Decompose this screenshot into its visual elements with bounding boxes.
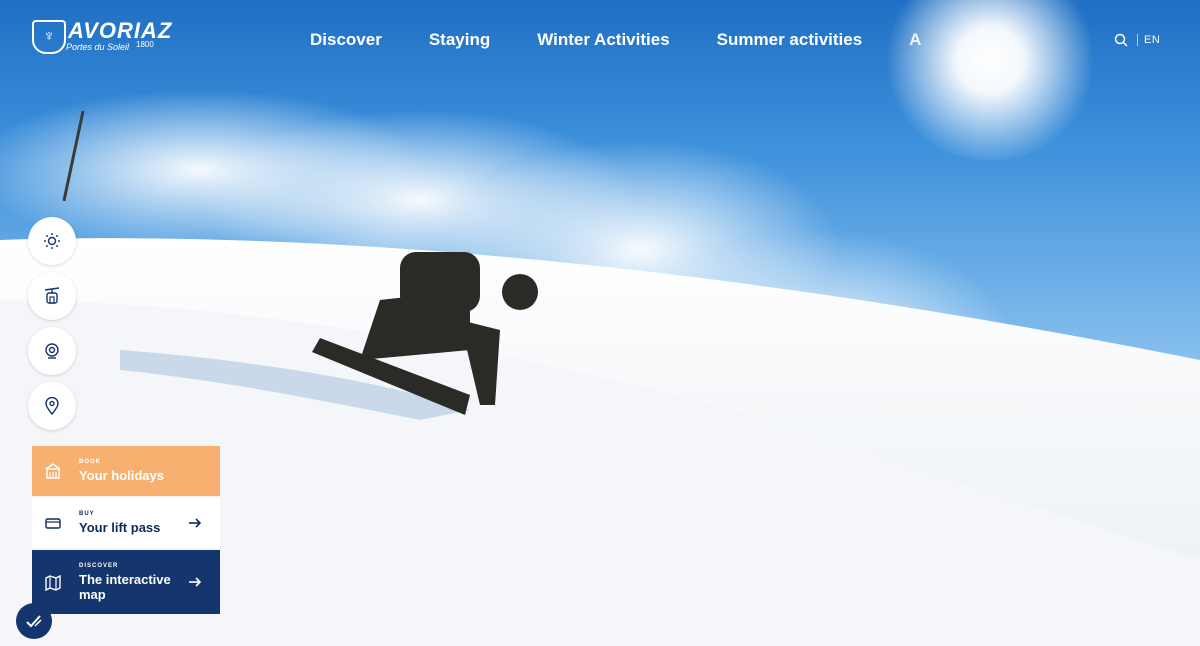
weather-button[interactable] xyxy=(28,217,76,265)
hotel-icon xyxy=(45,463,61,479)
holidays-text: BOOK Your holidays xyxy=(79,459,164,483)
holidays-kicker: BOOK xyxy=(79,459,101,465)
interactive-map-card[interactable]: DISCOVER The interactive map xyxy=(32,550,220,614)
lift-title: Your lift pass xyxy=(79,520,161,535)
search-icon[interactable] xyxy=(1114,33,1128,47)
map-icon xyxy=(45,574,61,591)
nav-discover[interactable]: Discover xyxy=(310,30,382,54)
logo-title: AVORIAZ xyxy=(68,18,173,43)
book-holidays-card[interactable]: BOOK Your holidays xyxy=(32,446,220,496)
checkmark-icon xyxy=(26,615,42,628)
sun-icon xyxy=(44,233,60,249)
map-text: DISCOVER The interactive map xyxy=(79,563,189,602)
avoriaz-logo[interactable]: ♆ AVORIAZ Portes du Soleil 1800 xyxy=(32,18,171,58)
ticket-icon xyxy=(45,518,61,529)
site-header: ♆ AVORIAZ Portes du Soleil 1800 Discover… xyxy=(0,0,1200,80)
buy-lift-pass-card[interactable]: BUY Your lift pass xyxy=(32,498,220,548)
deer-icon: ♆ xyxy=(32,20,66,54)
webcam-button[interactable] xyxy=(28,327,76,375)
map-location-button[interactable] xyxy=(28,382,76,430)
map-kicker: DISCOVER xyxy=(79,562,119,569)
header-divider xyxy=(1137,34,1138,46)
webcam-icon xyxy=(45,343,59,359)
cable-car-icon xyxy=(44,287,60,304)
accessibility-button[interactable] xyxy=(16,603,52,639)
logo-altitude: 1800 xyxy=(136,40,154,49)
location-pin-icon xyxy=(45,397,59,415)
lifts-button[interactable] xyxy=(28,272,76,320)
nav-summer-activities[interactable]: Summer activities xyxy=(717,30,863,54)
lift-kicker: BUY xyxy=(79,511,95,517)
lift-text: BUY Your lift pass xyxy=(79,511,160,535)
map-title: The interactive map xyxy=(79,571,171,602)
arrow-right-icon xyxy=(189,577,202,587)
language-selector[interactable]: EN xyxy=(1144,34,1160,46)
logo-subtitle: Portes du Soleil xyxy=(66,42,130,52)
arrow-right-icon xyxy=(189,518,202,528)
main-nav: Discover Staying Winter Activities Summe… xyxy=(310,30,968,54)
holidays-title: Your holidays xyxy=(79,468,164,483)
nav-winter-activities[interactable]: Winter Activities xyxy=(537,30,669,54)
nav-item-truncated[interactable]: A xyxy=(909,30,921,54)
nav-staying[interactable]: Staying xyxy=(429,30,490,54)
